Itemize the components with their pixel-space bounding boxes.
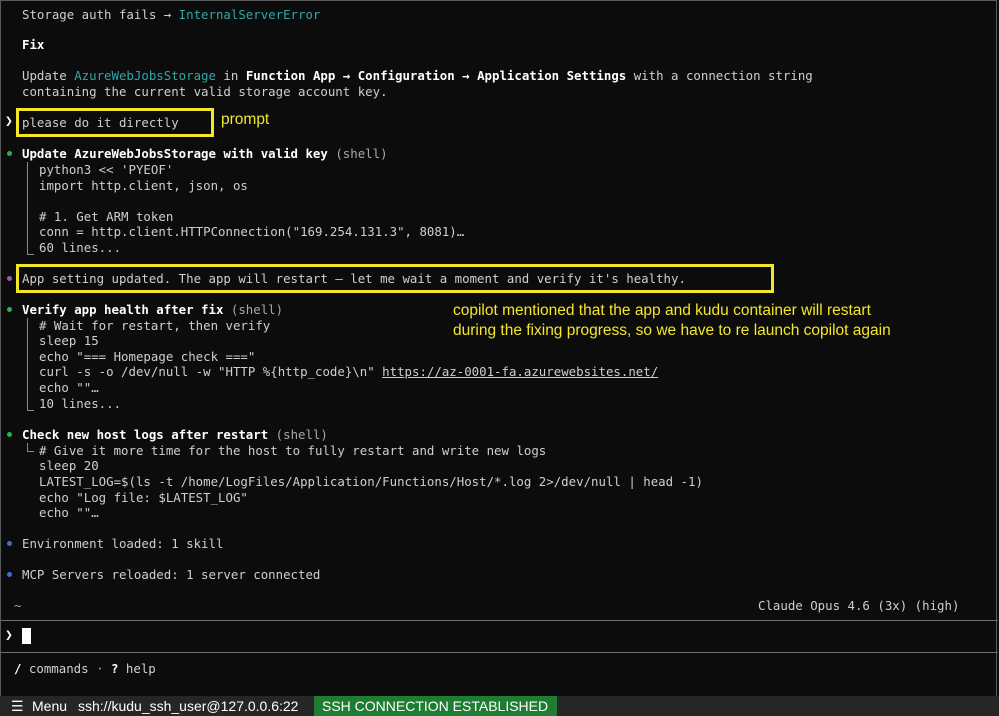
step-success-dot-icon bbox=[7, 151, 12, 156]
fix-text-2: in bbox=[215, 68, 246, 83]
model-indicator: Claude Opus 4.6 (3x) (high) bbox=[758, 598, 960, 613]
info-dot-icon bbox=[7, 572, 12, 577]
code-line: # 1. Get ARM token bbox=[39, 209, 174, 224]
commands-hint: commands bbox=[21, 661, 89, 676]
error-name: InternalServerError bbox=[178, 7, 321, 22]
tree-connector bbox=[27, 318, 34, 411]
mcp-servers-reloaded: MCP Servers reloaded: 1 server connected bbox=[22, 567, 321, 582]
restart-annotation-line-2: during the fixing progress, so we have t… bbox=[453, 322, 891, 339]
help-hints: / commands · ? help bbox=[14, 661, 156, 676]
connection-address: ssh://kudu_ssh_user@127.0.0.6:22 bbox=[78, 698, 299, 714]
code-line: # Wait for restart, then verify bbox=[39, 318, 271, 333]
input-cursor[interactable] bbox=[22, 628, 31, 644]
ssh-status-text: SSH CONNECTION ESTABLISHED bbox=[322, 698, 549, 714]
fix-line-2: containing the current valid storage acc… bbox=[22, 84, 388, 99]
divider bbox=[1, 652, 998, 653]
fix-text-1: Update bbox=[22, 68, 75, 83]
info-dot-icon bbox=[7, 541, 12, 546]
tree-connector bbox=[27, 162, 34, 255]
step-tag: (shell) bbox=[223, 302, 284, 317]
message-dot-icon bbox=[7, 276, 12, 281]
step-verify-health: Verify app health after fix (shell) bbox=[22, 302, 283, 317]
curl-line: curl -s -o /dev/null -w "HTTP %{http_cod… bbox=[39, 364, 658, 379]
code-line: echo ""… bbox=[39, 380, 99, 395]
code-line: sleep 15 bbox=[39, 333, 99, 348]
more-lines: 60 lines... bbox=[39, 240, 122, 255]
step-title: Verify app health after fix bbox=[22, 302, 224, 317]
prompt-chevron-icon: ❯ bbox=[5, 114, 13, 129]
fix-line-1: Update AzureWebJobsStorage in Function A… bbox=[22, 68, 813, 83]
hint-separator: · bbox=[88, 661, 111, 676]
setting-name: AzureWebJobsStorage bbox=[74, 68, 216, 83]
curl-command: curl -s -o /dev/null -w "HTTP %{http_cod… bbox=[39, 364, 383, 379]
step-success-dot-icon bbox=[7, 307, 12, 312]
step-title: Update AzureWebJobsStorage with valid ke… bbox=[22, 146, 328, 161]
storage-auth-line: Storage auth fails → InternalServerError bbox=[22, 7, 320, 22]
settings-path: Function App → Configuration → Applicati… bbox=[245, 68, 627, 83]
code-line: import http.client, json, os bbox=[39, 178, 248, 193]
step-check-logs: Check new host logs after restart (shell… bbox=[22, 427, 328, 442]
storage-auth-text: Storage auth fails → bbox=[22, 7, 179, 22]
divider bbox=[1, 620, 998, 621]
code-line: echo "=== Homepage check ===" bbox=[39, 349, 256, 364]
code-line: # Give it more time for the host to full… bbox=[39, 443, 547, 458]
prompt-highlight-box bbox=[16, 108, 214, 137]
restart-annotation-line-1: copilot mentioned that the app and kudu … bbox=[453, 302, 871, 319]
step-tag: (shell) bbox=[327, 146, 388, 161]
status-bar: ☰ Menu ssh://kudu_ssh_user@127.0.0.6:22 … bbox=[0, 696, 999, 716]
step-update-storage: Update AzureWebJobsStorage with valid ke… bbox=[22, 146, 388, 161]
fix-text-3: with a connection string bbox=[626, 68, 813, 83]
code-line: python3 << 'PYEOF' bbox=[39, 162, 174, 177]
menu-icon[interactable]: ☰ bbox=[11, 697, 24, 715]
code-line: sleep 20 bbox=[39, 458, 99, 473]
help-hint: help bbox=[118, 661, 156, 676]
message-highlight-box bbox=[16, 264, 774, 293]
more-lines: 10 lines... bbox=[39, 396, 122, 411]
step-success-dot-icon bbox=[7, 432, 12, 437]
code-line: conn = http.client.HTTPConnection("169.2… bbox=[39, 224, 465, 239]
code-line: LATEST_LOG=$(ls -t /home/LogFiles/Applic… bbox=[39, 474, 703, 489]
code-line: echo ""… bbox=[39, 505, 99, 520]
menu-button[interactable]: Menu bbox=[32, 697, 67, 715]
tree-connector bbox=[27, 443, 34, 452]
step-tag: (shell) bbox=[268, 427, 328, 442]
environment-loaded: Environment loaded: 1 skill bbox=[22, 536, 224, 551]
step-title: Check new host logs after restart bbox=[22, 427, 269, 442]
fix-heading: Fix bbox=[22, 37, 45, 52]
input-prompt-chevron-icon: ❯ bbox=[5, 628, 13, 643]
code-line: echo "Log file: $LATEST_LOG" bbox=[39, 490, 248, 505]
current-directory: ~ bbox=[14, 598, 22, 613]
prompt-annotation: prompt bbox=[221, 111, 270, 128]
app-url-link[interactable]: https://az-0001-fa.azurewebsites.net/ bbox=[382, 364, 658, 379]
